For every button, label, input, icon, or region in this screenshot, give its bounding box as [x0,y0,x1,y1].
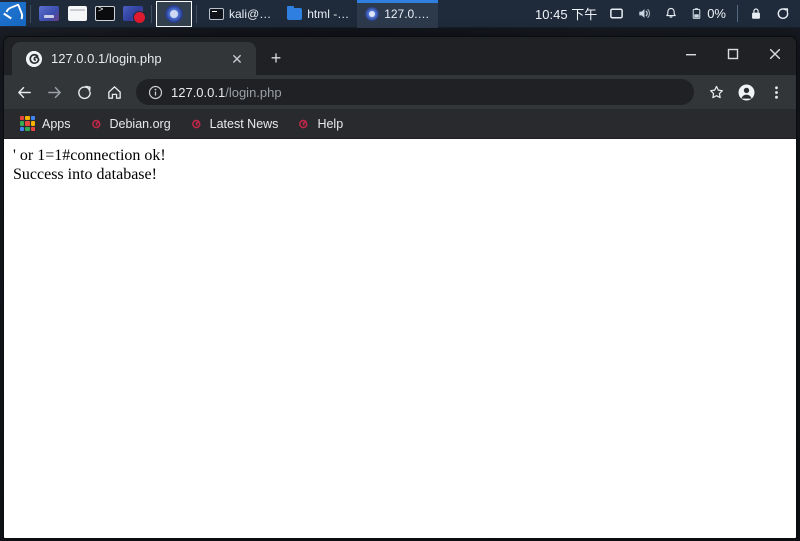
volume-button[interactable] [630,0,658,28]
clock-label: 10:45 下午 [535,7,598,22]
three-dot-menu-icon [774,85,778,99]
bookmark-apps[interactable]: Apps [12,113,79,134]
reload-icon [77,85,91,99]
taskbar-window-terminal[interactable]: kali@… [201,0,279,28]
url-text: 127.0.0.1/login.php [171,85,282,100]
debian-swirl-icon [296,117,310,131]
profile-button[interactable] [732,78,760,106]
reload-button[interactable] [70,78,98,106]
address-bar[interactable]: 127.0.0.1/login.php [136,79,694,105]
tab-strip: 127.0.0.1/login.php ✕ + [4,37,796,75]
bookmark-help[interactable]: Help [288,114,351,134]
tray-divider [737,5,738,22]
window-controls [670,37,796,71]
new-tab-button[interactable]: + [262,44,290,72]
volume-icon [639,9,651,18]
browser-toolbar: 127.0.0.1/login.php [4,75,796,109]
bookmark-label: Latest News [209,116,279,131]
url-host: 127.0.0.1 [171,84,226,100]
taskbar: kali@… html -… 127.0.… 10:45 下午 [0,0,800,28]
launcher-chromium-active[interactable] [156,0,192,27]
launcher-app-badged[interactable] [120,2,146,26]
lock-icon [752,8,760,19]
bookmark-debian-org[interactable]: Debian.org [81,114,179,134]
debian-swirl-icon [89,117,103,131]
taskbar-divider-3 [196,4,197,23]
browser-menu-button[interactable] [762,78,790,106]
launcher-blue-app[interactable] [36,2,62,26]
home-icon [107,85,121,99]
blue-app-icon [39,6,59,21]
terminal-icon [209,7,224,20]
bell-icon [666,7,676,18]
logout-icon [777,8,789,19]
bookmark-button[interactable] [702,78,730,106]
apps-grid-icon [20,116,35,131]
chromium-icon [165,4,183,23]
tab-title: 127.0.0.1/login.php [51,51,162,66]
battery-icon [692,8,701,19]
bookmark-label: Debian.org [109,116,171,131]
close-icon [769,48,781,60]
launcher-terminal[interactable] [92,2,118,26]
close-window-button[interactable] [754,37,796,71]
browser-window: 127.0.0.1/login.php ✕ + 127.0.0.1/login.… [3,36,797,539]
folder-icon [287,5,303,20]
bookmark-latest-news[interactable]: Latest News [181,114,287,134]
minimize-icon [686,54,696,56]
maximize-icon [727,48,739,60]
taskbar-window-label: 127.0.… [384,6,430,21]
app-with-badge-icon [123,6,146,24]
logout-button[interactable] [769,0,796,28]
bookmark-label: Apps [42,116,71,131]
kali-dragon-logo[interactable] [0,1,26,26]
taskbar-window-folder[interactable]: html -… [279,0,357,28]
notifications-button[interactable] [658,0,684,28]
bookmark-label: Help [317,116,344,131]
battery-label: 0% [707,6,726,21]
system-tray: 10:45 下午 0% [529,0,800,28]
star-icon [709,85,723,98]
display-icon [610,8,624,19]
maximize-button[interactable] [712,37,754,71]
forward-button[interactable] [40,78,68,106]
back-button[interactable] [10,78,38,106]
globe-swirl-icon [26,50,42,67]
bookmarks-bar: Apps Debian.org Latest News Help [4,109,796,139]
close-tab-icon[interactable]: ✕ [228,50,246,68]
profile-avatar-icon [738,84,754,100]
taskbar-window-label: kali@… [229,6,272,21]
taskbar-window-chromium[interactable]: 127.0.… [357,0,438,28]
display-button[interactable] [603,0,630,28]
home-button[interactable] [100,78,128,106]
page-text-line-2: Success into database! [13,165,157,183]
debian-swirl-icon [189,117,203,131]
battery-indicator[interactable]: 0% [684,0,732,28]
minimize-button[interactable] [670,37,712,71]
lock-button[interactable] [743,0,769,28]
file-manager-icon [67,6,87,21]
chromium-icon [365,6,380,21]
page-viewport: ' or 1=1#connection ok! Success into dat… [4,139,796,538]
url-path: /login.php [225,84,282,100]
forward-arrow-icon [47,86,61,98]
taskbar-window-label: html -… [307,6,350,21]
info-circle-icon[interactable] [148,85,163,100]
taskbar-divider [30,4,31,23]
terminal-icon [95,5,115,21]
clock[interactable]: 10:45 下午 [529,0,603,28]
launcher-file-manager[interactable] [64,2,90,26]
page-content: ' or 1=1#connection ok! Success into dat… [4,139,796,184]
page-text-line-1: ' or 1=1#connection ok! [13,147,166,164]
taskbar-divider-2 [151,4,152,23]
back-arrow-icon [17,86,31,98]
browser-tab[interactable]: 127.0.0.1/login.php ✕ [12,42,256,75]
